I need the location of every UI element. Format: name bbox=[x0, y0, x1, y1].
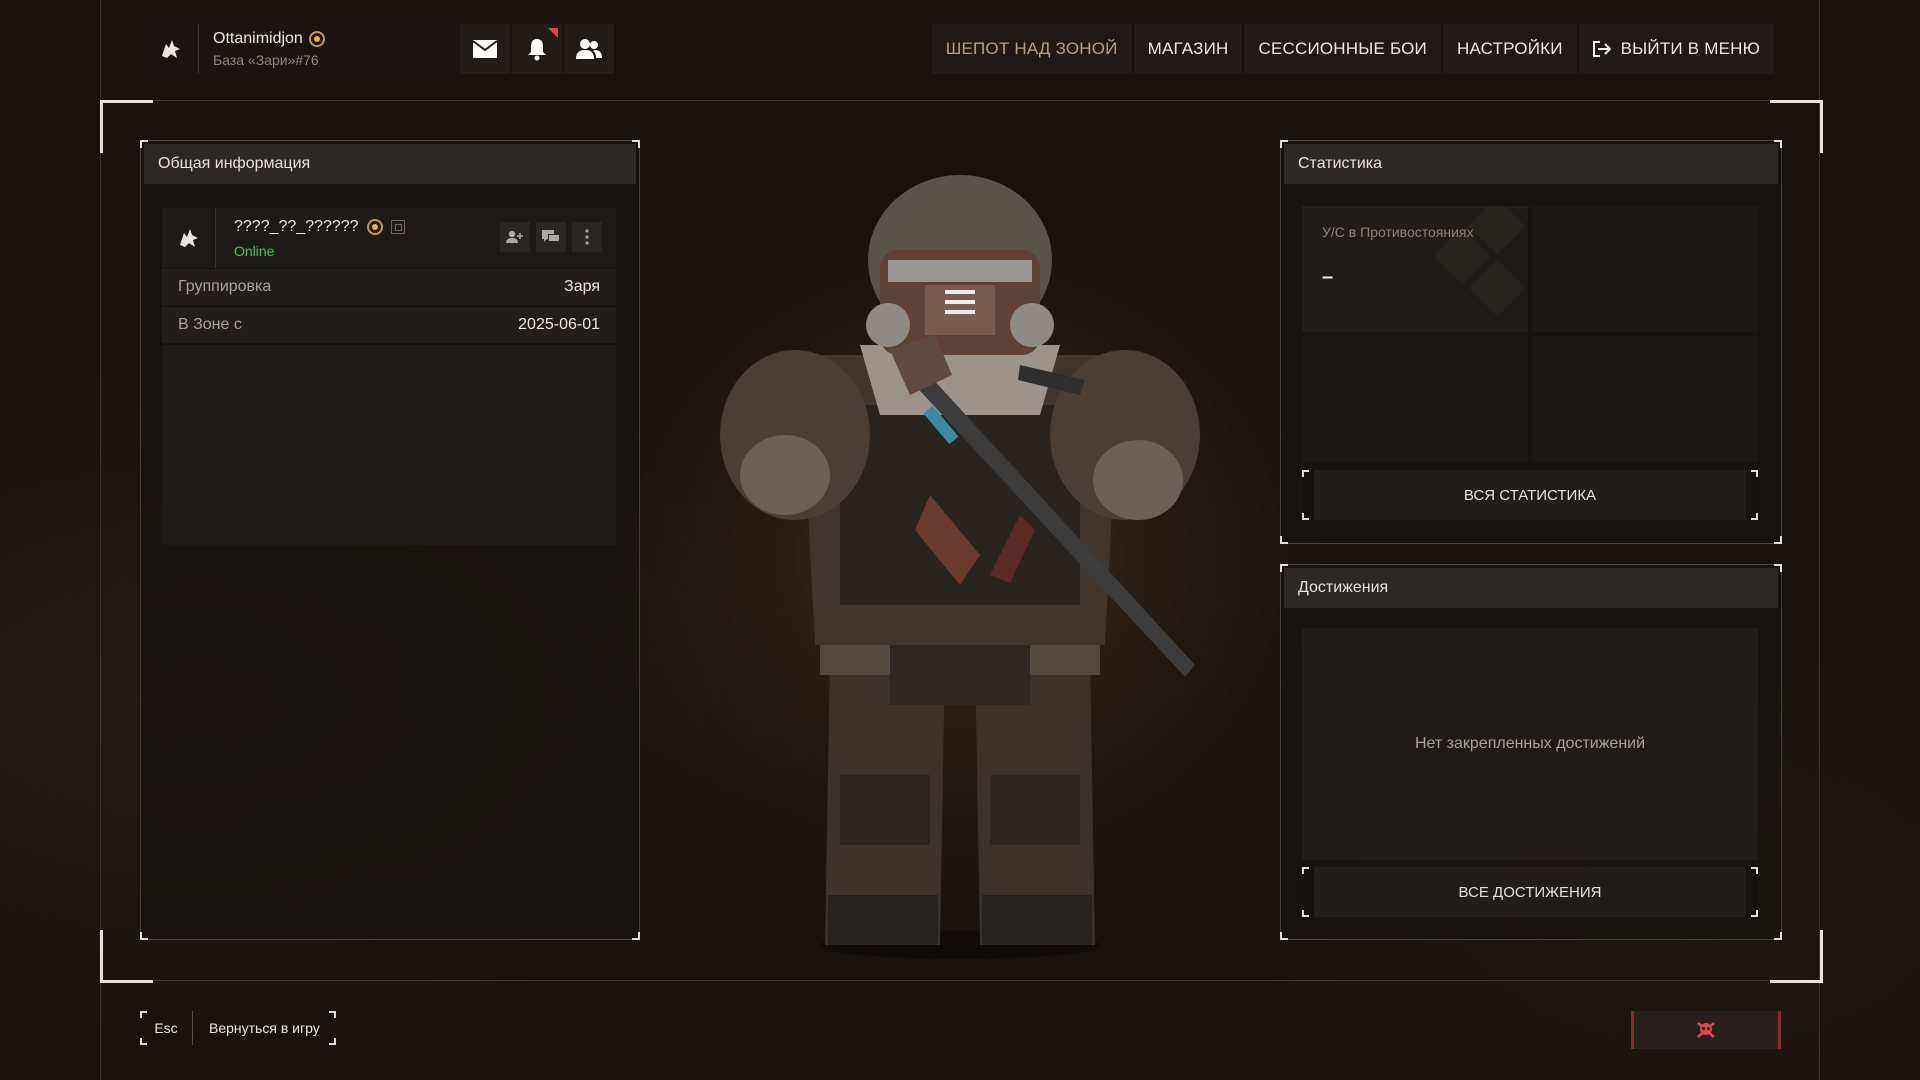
message-button[interactable] bbox=[536, 222, 566, 252]
info-empty-area bbox=[162, 345, 616, 545]
nav-settings[interactable]: НАСТРОЙКИ bbox=[1442, 24, 1577, 74]
notifications-button[interactable] bbox=[512, 24, 562, 74]
stat-value: – bbox=[1322, 266, 1334, 288]
achievements-empty-text: Нет закрепленных достижений bbox=[1414, 735, 1646, 752]
user-info: Ottanimidjon База «Зари»#76 bbox=[213, 30, 458, 68]
player-status: Online bbox=[234, 243, 275, 259]
achievements-title: Достижения bbox=[1284, 568, 1778, 608]
all-achievements-button[interactable]: ВСЕ ДОСТИЖЕНИЯ bbox=[1302, 867, 1758, 917]
user-bar: Ottanimidjon База «Зари»#76 bbox=[144, 24, 614, 74]
more-options-button[interactable] bbox=[572, 222, 602, 252]
esc-key: Esc bbox=[140, 1011, 193, 1045]
info-value: 2025-06-01 bbox=[518, 316, 600, 333]
stat-label: У/С в Противостояниях bbox=[1322, 224, 1474, 240]
nav-session-battles[interactable]: СЕССИОННЫЕ БОИ bbox=[1244, 24, 1441, 74]
statistics-title: Статистика bbox=[1284, 144, 1778, 184]
frame-line-right bbox=[1819, 0, 1820, 1080]
add-friend-button[interactable] bbox=[500, 222, 530, 252]
stat-cell-empty bbox=[1532, 206, 1758, 332]
general-info-title: Общая информация bbox=[144, 144, 636, 184]
mail-button[interactable] bbox=[460, 24, 510, 74]
all-achievements-label: ВСЕ ДОСТИЖЕНИЯ bbox=[1458, 883, 1602, 901]
achievements-empty: Нет закрепленных достижений bbox=[1302, 628, 1758, 860]
skull-crossbones-icon bbox=[1697, 1022, 1715, 1038]
report-button[interactable] bbox=[1631, 1011, 1781, 1049]
friends-button[interactable] bbox=[564, 24, 614, 74]
nav-exit-label: ВЫЙТИ В МЕНЮ bbox=[1620, 39, 1760, 58]
frame-line-top bbox=[100, 100, 1820, 101]
mail-icon bbox=[472, 40, 498, 58]
add-friend-icon bbox=[506, 230, 523, 243]
gold-badge-icon bbox=[308, 31, 325, 47]
user-name: Ottanimidjon bbox=[213, 30, 303, 47]
frame-line-bottom bbox=[100, 980, 1820, 981]
friends-icon bbox=[576, 39, 602, 59]
nav-exit-button[interactable]: ВЫЙТИ В МЕНЮ bbox=[1578, 24, 1774, 74]
back-to-game-label: Вернуться в игру bbox=[209, 1020, 320, 1036]
profile-actions bbox=[500, 222, 602, 252]
character-model bbox=[720, 175, 1200, 959]
profile-card: ????_??_?????? Online bbox=[162, 208, 616, 268]
user-name-row: Ottanimidjon bbox=[213, 30, 458, 48]
wolf-emblem-icon bbox=[162, 208, 216, 268]
gold-badge-icon bbox=[366, 219, 383, 235]
frame-line-left bbox=[100, 0, 101, 1080]
wolf-emblem-icon[interactable] bbox=[144, 24, 199, 74]
stats-grid: У/С в Противостояниях – bbox=[1302, 206, 1758, 462]
exit-icon bbox=[1592, 41, 1611, 57]
info-row-zone-since: В Зоне с 2025-06-01 bbox=[162, 307, 616, 344]
info-key: Группировка bbox=[178, 278, 272, 295]
top-nav: ШЕПОТ НАД ЗОНОЙ МАГАЗИН СЕССИОННЫЕ БОИ Н… bbox=[931, 24, 1774, 74]
info-row-faction: Группировка Заря bbox=[162, 269, 616, 306]
user-base: База «Зари»#76 bbox=[213, 52, 319, 68]
more-vertical-icon bbox=[585, 229, 589, 245]
chat-icon bbox=[542, 230, 560, 242]
stat-cell-kd: У/С в Противостояниях – bbox=[1302, 206, 1528, 332]
nav-whisper[interactable]: ШЕПОТ НАД ЗОНОЙ bbox=[931, 24, 1132, 74]
back-to-game-button[interactable]: Esc Вернуться в игру bbox=[140, 1011, 336, 1045]
all-stats-label: ВСЯ СТАТИСТИКА bbox=[1463, 486, 1597, 504]
info-key: В Зоне с bbox=[178, 316, 242, 333]
bell-icon bbox=[528, 39, 546, 61]
info-value: Заря bbox=[564, 278, 600, 295]
notification-dot bbox=[548, 28, 558, 38]
stat-cell-empty bbox=[1532, 336, 1758, 462]
player-name-row: ????_??_?????? bbox=[234, 218, 405, 236]
player-name: ????_??_?????? bbox=[234, 218, 359, 235]
stat-cell-empty bbox=[1302, 336, 1528, 462]
nav-shop[interactable]: МАГАЗИН bbox=[1133, 24, 1243, 74]
all-stats-button[interactable]: ВСЯ СТАТИСТИКА bbox=[1302, 470, 1758, 520]
copy-icon[interactable] bbox=[390, 220, 405, 234]
